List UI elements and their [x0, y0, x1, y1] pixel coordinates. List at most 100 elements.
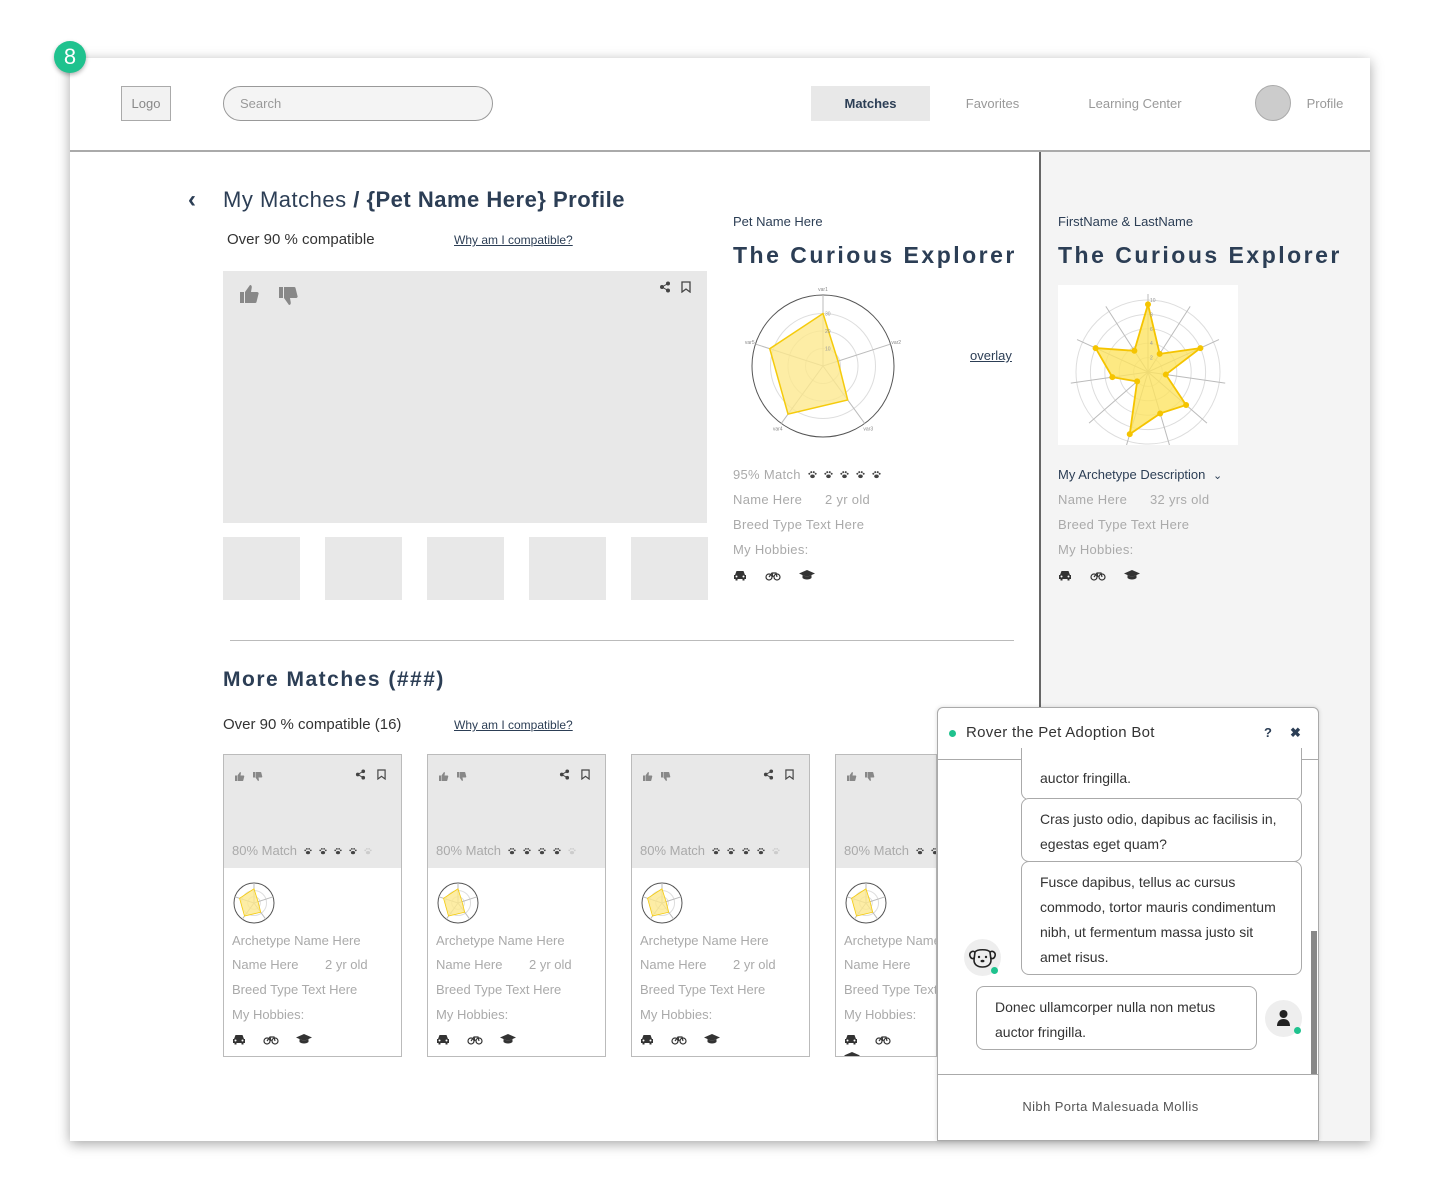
paw-icon: [319, 848, 327, 855]
radar-axis-label: var2: [891, 340, 901, 346]
chat-scrollbar[interactable]: [1311, 931, 1317, 1074]
logo[interactable]: Logo: [121, 86, 171, 121]
chat-footer-text[interactable]: Nibh Porta Malesuada Mollis: [938, 1099, 1283, 1114]
paw-icon: [712, 848, 720, 855]
photo-thumbnail[interactable]: [223, 537, 300, 600]
card-hobbies-label: My Hobbies:: [640, 1007, 713, 1022]
section-divider: [230, 640, 1014, 641]
share-icon[interactable]: [355, 769, 366, 780]
why-compatible-link[interactable]: Why am I compatible?: [454, 233, 573, 247]
match-text: 80% Match: [640, 843, 706, 858]
paw-icon: [742, 848, 750, 855]
user-name: Name Here: [1058, 492, 1128, 507]
thumbs-down-icon[interactable]: [277, 285, 299, 307]
share-icon[interactable]: [763, 769, 774, 780]
thumbs-down-icon[interactable]: [456, 771, 467, 782]
pet-age: 2 yr old: [825, 492, 871, 507]
paw-icon: [916, 848, 924, 855]
pet-archetype-title: The Curious Explorer: [733, 242, 1017, 268]
pet-name-label: Pet Name Here: [733, 214, 823, 229]
bicycle-icon: [263, 1033, 279, 1045]
thumbs-up-icon[interactable]: [846, 771, 857, 782]
archetype-description-toggle[interactable]: My Archetype Description ⌄: [1058, 467, 1222, 482]
match-text: 80% Match: [844, 843, 910, 858]
match-card[interactable]: 80% Match Archetype Name Here Name Here …: [427, 754, 606, 1057]
radar-point: [1157, 410, 1164, 417]
card-match: 80% Match: [844, 843, 936, 858]
overlay-link[interactable]: overlay: [970, 348, 1012, 363]
paw-icon: [538, 848, 546, 855]
radar-axis-label: var4: [773, 426, 783, 432]
radar-area: [1093, 300, 1204, 437]
match-text: 80% Match: [232, 843, 298, 858]
search-input[interactable]: Search: [223, 86, 493, 121]
user-online-icon: [1294, 1027, 1301, 1034]
paw-icon: [808, 471, 817, 479]
more-why-compatible-link[interactable]: Why am I compatible?: [454, 718, 573, 732]
thumbs-up-icon[interactable]: [438, 771, 449, 782]
pet-hobbies: [733, 568, 833, 586]
thumbs-down-icon[interactable]: [660, 771, 671, 782]
radar-point: [1131, 347, 1138, 354]
breadcrumb-parent[interactable]: My Matches: [223, 187, 347, 212]
user-message: Donec ullamcorper nulla non metus auctor…: [976, 986, 1257, 1050]
radar-point: [1092, 345, 1099, 352]
user-hobbies-label: My Hobbies:: [1058, 542, 1134, 557]
paw-icon: [872, 471, 881, 479]
paw-icon: [334, 848, 342, 855]
nav-matches[interactable]: Matches: [811, 86, 930, 121]
nav-profile[interactable]: Profile: [1300, 86, 1350, 121]
close-icon[interactable]: ✖: [1290, 725, 1301, 741]
radar-point: [1197, 345, 1204, 352]
radar-ring-label: 2: [1150, 356, 1153, 362]
pet-photo: [223, 271, 707, 523]
help-icon[interactable]: ?: [1264, 725, 1272, 740]
bookmark-icon[interactable]: [785, 769, 794, 780]
match-card[interactable]: 80% Match Archetype Name Here Name Here …: [631, 754, 810, 1057]
card-radar-chart: [437, 882, 479, 924]
nav-favorites[interactable]: Favorites: [945, 86, 1040, 121]
match-card[interactable]: 80% Match Archetype Name Here Name Here …: [835, 754, 937, 1057]
card-breed: Breed Type Text Here: [640, 982, 766, 997]
avatar[interactable]: [1255, 85, 1291, 121]
thumbs-down-icon[interactable]: [864, 771, 875, 782]
radar-ring-label: 6: [1150, 327, 1153, 333]
card-archetype: Archetype Name Here: [436, 933, 565, 948]
photo-thumbnail[interactable]: [631, 537, 708, 600]
thumbs-up-icon[interactable]: [238, 283, 260, 305]
user-breed: Breed Type Text Here: [1058, 517, 1190, 532]
photo-thumbnail[interactable]: [325, 537, 402, 600]
graduation-cap-icon: [500, 1033, 516, 1045]
radar-ring-label: 30: [825, 312, 831, 318]
radar-ring-label: 20: [825, 329, 831, 335]
thumbs-up-icon[interactable]: [234, 771, 245, 782]
bot-online-icon: [991, 967, 998, 974]
paw-icon: [508, 848, 516, 855]
match-card[interactable]: 80% Match Archetype Name Here Name Here …: [223, 754, 402, 1057]
bicycle-icon: [1090, 569, 1106, 581]
paw-icon: [553, 848, 561, 855]
paw-icon: [824, 471, 833, 479]
photo-thumbnail[interactable]: [529, 537, 606, 600]
bot-message: Fusce dapibus, tellus ac cursus commodo,…: [1021, 861, 1302, 975]
radar-point: [1156, 350, 1163, 357]
archetype-description-label: My Archetype Description: [1058, 467, 1206, 482]
share-icon[interactable]: [559, 769, 570, 780]
card-age: 2 yr old: [733, 957, 776, 972]
radar-point: [1126, 431, 1133, 438]
share-icon[interactable]: [659, 281, 671, 293]
photo-thumbnail[interactable]: [427, 537, 504, 600]
radar-ring-label: 10: [1150, 298, 1156, 304]
paw-icon: [568, 848, 576, 855]
bookmark-icon[interactable]: [581, 769, 590, 780]
car-icon: [232, 1033, 246, 1045]
nav-learning-center[interactable]: Learning Center: [1075, 86, 1195, 121]
bookmark-icon[interactable]: [681, 281, 691, 293]
back-chevron-icon[interactable]: ‹: [188, 186, 196, 214]
thumbs-down-icon[interactable]: [252, 771, 263, 782]
user-name-label: FirstName & LastName: [1058, 214, 1194, 229]
card-name: Name Here: [844, 957, 911, 972]
radar-point: [1162, 371, 1169, 378]
bookmark-icon[interactable]: [377, 769, 386, 780]
thumbs-up-icon[interactable]: [642, 771, 653, 782]
